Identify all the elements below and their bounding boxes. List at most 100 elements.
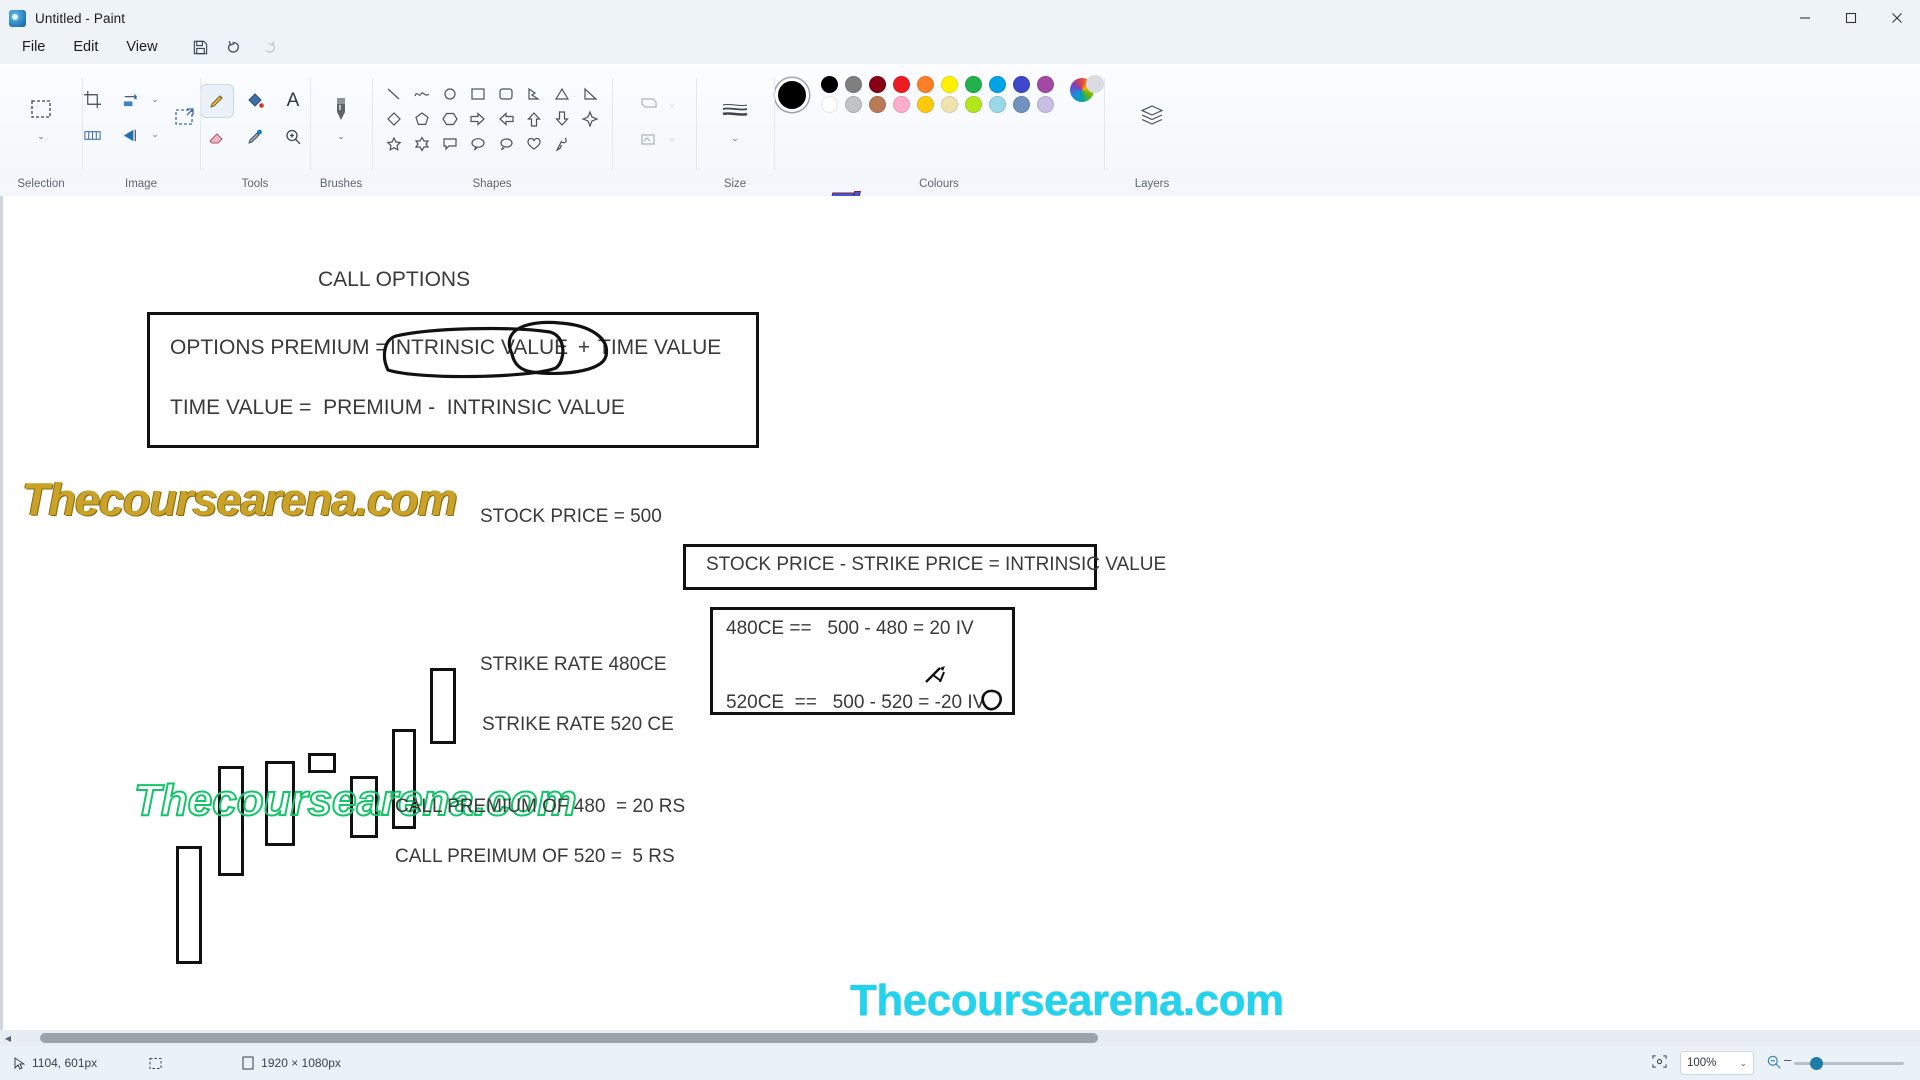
palette-swatch[interactable] xyxy=(916,76,934,93)
candlestick-bar xyxy=(308,753,336,773)
palette-swatch[interactable] xyxy=(1012,76,1030,93)
shapes-empty-cell xyxy=(577,132,603,156)
window-title: Untitled - Paint xyxy=(35,10,126,26)
crop-icon[interactable] xyxy=(75,82,109,116)
brush-icon[interactable] xyxy=(319,86,363,132)
oval-callout-shape-icon[interactable] xyxy=(465,132,491,156)
selection-chevron-down-icon[interactable]: ⌄ xyxy=(37,132,45,141)
save-icon[interactable] xyxy=(184,33,218,61)
palette-swatch[interactable] xyxy=(1012,96,1030,113)
rotate-icon[interactable] xyxy=(113,82,147,116)
magnifier-icon[interactable] xyxy=(276,120,310,154)
line-size-icon[interactable] xyxy=(713,88,757,134)
palette-swatch[interactable] xyxy=(844,76,862,93)
colours-wrap xyxy=(774,72,1104,113)
triangle-shape-icon[interactable] xyxy=(549,82,575,106)
horizontal-scrollbar[interactable]: ◀ xyxy=(0,1030,1920,1046)
right-arrow-shape-icon[interactable] xyxy=(465,107,491,131)
shape-outline-icon[interactable] xyxy=(632,86,666,120)
iv-calc-line-2: 520CE == 500 - 520 = -20 IV xyxy=(726,692,986,713)
left-arrow-shape-icon[interactable] xyxy=(493,107,519,131)
down-arrow-shape-icon[interactable] xyxy=(549,107,575,131)
eraser-icon[interactable] xyxy=(200,120,234,154)
layers-icon[interactable] xyxy=(1130,92,1174,138)
zoom-out-icon[interactable] xyxy=(1766,1054,1782,1073)
palette-swatch[interactable] xyxy=(892,96,910,113)
size-chevron-down-icon[interactable]: ⌄ xyxy=(731,134,739,143)
fit-to-window-icon[interactable] xyxy=(1651,1054,1668,1072)
ribbon-group-tools: A Tools xyxy=(200,64,310,196)
cloud-callout-shape-icon[interactable] xyxy=(493,132,519,156)
colour-wheel-group[interactable] xyxy=(1069,74,1104,112)
brushes-chevron-down-icon[interactable]: ⌄ xyxy=(337,132,345,141)
six-point-star-shape-icon[interactable] xyxy=(409,132,435,156)
flip-chevron-down-icon[interactable]: ⌄ xyxy=(151,130,159,139)
shape-fill-icon[interactable] xyxy=(632,122,666,156)
flip-icon[interactable] xyxy=(113,118,147,152)
outline-chevron-down-icon[interactable]: ⌄ xyxy=(668,99,676,109)
hexagon-shape-icon[interactable] xyxy=(437,107,463,131)
fill-bucket-icon[interactable] xyxy=(238,84,272,118)
scroll-left-arrow-icon[interactable]: ◀ xyxy=(0,1034,16,1043)
undo-icon[interactable] xyxy=(218,33,252,61)
line-shape-icon[interactable] xyxy=(381,82,407,106)
palette-swatch[interactable] xyxy=(940,96,958,113)
rounded-rectangle-shape-icon[interactable] xyxy=(493,82,519,106)
four-point-star-shape-icon[interactable] xyxy=(577,107,603,131)
right-triangle-shape-icon[interactable] xyxy=(577,82,603,106)
ribbon-group-brushes: ⌄ Brushes xyxy=(310,64,372,196)
intrinsic-value-box-text: STOCK PRICE - STRIKE PRICE = INTRINSIC V… xyxy=(706,554,1167,575)
rectangular-callout-shape-icon[interactable] xyxy=(437,132,463,156)
rotate-chevron-down-icon[interactable]: ⌄ xyxy=(151,95,159,104)
palette-swatch[interactable] xyxy=(820,76,838,93)
redo-icon xyxy=(252,33,286,61)
palette-swatch[interactable] xyxy=(988,96,1006,113)
menu-item-file[interactable]: File xyxy=(8,34,59,60)
five-point-star-shape-icon[interactable] xyxy=(381,132,407,156)
ribbon-group-image: ⌄ ⌄ Image xyxy=(82,64,200,196)
palette-swatch[interactable] xyxy=(868,76,886,93)
palette-swatch[interactable] xyxy=(892,76,910,93)
palette-swatch[interactable] xyxy=(964,96,982,113)
image-size-value: 1920 × 1080px xyxy=(261,1056,341,1070)
diamond-shape-icon[interactable] xyxy=(381,107,407,131)
colour-picker-icon[interactable] xyxy=(238,120,272,154)
oval-shape-icon[interactable] xyxy=(437,82,463,106)
palette-swatch[interactable] xyxy=(940,76,958,93)
hand-drawn-annotation-circles xyxy=(382,320,609,379)
palette-swatch[interactable] xyxy=(1036,96,1054,113)
pentagon-shape-icon[interactable] xyxy=(409,107,435,131)
zoom-slider[interactable]: – xyxy=(1784,1052,1904,1070)
palette-swatch[interactable] xyxy=(844,96,862,113)
flip-grid-icon[interactable] xyxy=(75,118,109,152)
up-arrow-shape-icon[interactable] xyxy=(521,107,547,131)
palette-swatch[interactable] xyxy=(820,96,838,113)
menu-item-edit[interactable]: Edit xyxy=(59,34,112,60)
horizontal-scrollbar-thumb[interactable] xyxy=(40,1033,1098,1043)
add-colour-icon[interactable] xyxy=(1085,74,1104,93)
curve-shape-icon[interactable] xyxy=(409,82,435,106)
zoom-slider-knob[interactable] xyxy=(1810,1056,1823,1070)
zoom-level-select[interactable]: 100% ⌄ xyxy=(1680,1051,1754,1075)
palette-swatch[interactable] xyxy=(988,76,1006,93)
heart-shape-icon[interactable] xyxy=(521,132,547,156)
palette-swatch[interactable] xyxy=(964,76,982,93)
palette-swatch[interactable] xyxy=(916,96,934,113)
polygon-shape-icon[interactable] xyxy=(521,82,547,106)
lightning-shape-icon[interactable] xyxy=(549,132,575,156)
menu-item-view[interactable]: View xyxy=(112,34,171,60)
chevron-down-icon[interactable]: ⌄ xyxy=(1739,1058,1747,1069)
pencil-icon[interactable] xyxy=(200,84,234,118)
minus-icon[interactable]: – xyxy=(1784,1052,1791,1067)
rectangle-shape-icon[interactable] xyxy=(465,82,491,106)
iv-calc-line-1: 480CE == 500 - 480 = 20 IV xyxy=(726,618,974,639)
palette-swatch[interactable] xyxy=(1036,76,1054,93)
active-colour-swatch[interactable] xyxy=(774,77,809,112)
palette-swatch[interactable] xyxy=(868,96,886,113)
ribbon-group-label: Brushes xyxy=(319,178,363,190)
canvas[interactable]: CALL OPTIONS OPTIONS PREMIUM = INTRINSIC… xyxy=(0,196,1920,1030)
fill-chevron-down-icon[interactable]: ⌄ xyxy=(668,133,676,143)
ribbon-group-size: ⌄ Size xyxy=(696,64,774,196)
text-icon[interactable]: A xyxy=(276,84,310,118)
rectangular-selection-icon[interactable] xyxy=(19,86,63,132)
